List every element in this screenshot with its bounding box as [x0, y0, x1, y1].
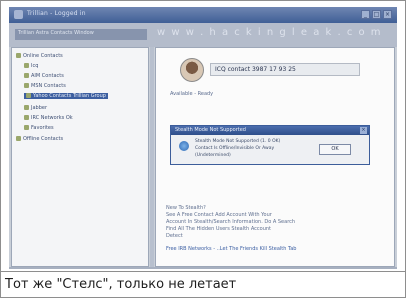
info-icon — [179, 141, 189, 151]
dialog-message-3: (Undetermined) — [195, 153, 231, 158]
tree-item-label: Icq — [31, 63, 39, 69]
window-controls: _ □ × — [361, 10, 392, 19]
tree-item-aim[interactable]: AIM Contacts — [24, 73, 64, 79]
address-text: Trillian Astra Contacts Window — [18, 30, 94, 36]
contact-name: ICQ contact 3987 17 93 25 — [215, 66, 296, 73]
stealth-dialog: Stealth Mode Not Supported × Stealth Mod… — [170, 125, 370, 165]
contact-icon — [24, 83, 29, 88]
tree-item-label: MSN Contacts — [31, 83, 66, 89]
info-heading: New To Stealth? — [166, 205, 206, 211]
close-button[interactable]: × — [383, 10, 392, 19]
status-bar — [9, 267, 397, 269]
panel-splitter[interactable] — [150, 47, 154, 267]
tree-item-yahoo[interactable]: Yahoo Contacts Trillian Group — [24, 93, 108, 99]
tree-item-label: IRC Networks Ok — [31, 115, 73, 121]
profile-panel: ICQ contact 3987 17 93 25 Available - Re… — [155, 47, 395, 267]
address-field[interactable]: Trillian Astra Contacts Window — [15, 29, 147, 40]
tree-item-icq[interactable]: Icq — [24, 63, 38, 69]
dialog-message-1: Stealth Mode Not Supported (1. 0 OK) — [195, 139, 281, 144]
tree-item-online[interactable]: Online Contacts — [16, 53, 63, 59]
flower-icon — [24, 63, 29, 68]
tree-item-favorites[interactable]: Favorites — [24, 125, 54, 131]
info-line: See A Free Contact Add Account With Your — [166, 212, 272, 218]
contact-icon — [24, 73, 29, 78]
contact-name-box[interactable]: ICQ contact 3987 17 93 25 — [210, 63, 360, 76]
tree-item-label: Jabber — [31, 105, 48, 111]
tree-item-label: Yahoo Contacts Trillian Group — [33, 93, 106, 99]
screenshot-frame: Trillian - Logged in _ □ × Trillian Astr… — [0, 0, 406, 272]
contact-tree: Online Contacts Icq AIM Contacts MSN Con… — [11, 47, 149, 267]
info-line: Detect — [166, 233, 183, 239]
ok-button[interactable]: OK — [319, 144, 351, 155]
info-line: Account In Stealth/Search Information. D… — [166, 219, 296, 225]
tree-item-jabber[interactable]: Jabber — [24, 105, 47, 111]
dialog-title: Stealth Mode Not Supported — [175, 127, 246, 133]
caption-box: Тот же "Стелс", только не летает — [0, 272, 406, 298]
maximize-button[interactable]: □ — [372, 10, 381, 19]
minimize-button[interactable]: _ — [361, 10, 370, 19]
app-window: Trillian - Logged in _ □ × Trillian Astr… — [9, 7, 397, 269]
tree-item-label: Online Contacts — [23, 53, 63, 59]
contact-icon — [24, 125, 29, 130]
info-link[interactable]: Free IRB Networks - ..Let The Friends Ki… — [166, 246, 296, 252]
folder-icon — [16, 136, 21, 141]
app-icon — [14, 10, 23, 19]
dialog-close-button[interactable]: × — [360, 127, 367, 134]
tree-item-irc[interactable]: IRC Networks Ok — [24, 115, 73, 121]
dialog-message-2: Contact Is Offline/Invisible Or Away — [195, 146, 275, 151]
window-title: Trillian - Logged in — [27, 10, 86, 17]
tree-item-msn[interactable]: MSN Contacts — [24, 83, 66, 89]
tree-item-offline[interactable]: Offline Contacts — [16, 136, 63, 142]
watermark-text: w w w . h a c k i n g l e a k . c o m — [157, 27, 383, 38]
contact-icon — [26, 93, 31, 98]
tree-item-label: Favorites — [31, 125, 54, 131]
avatar[interactable] — [180, 58, 204, 82]
caption-text: Тот же "Стелс", только не летает — [5, 277, 237, 292]
dialog-title-bar: Stealth Mode Not Supported × — [171, 126, 369, 135]
title-bar: Trillian - Logged in _ □ × — [9, 7, 397, 23]
contact-icon — [24, 115, 29, 120]
contact-status[interactable]: Available - Ready — [170, 91, 213, 97]
tree-item-label: AIM Contacts — [31, 73, 64, 79]
tree-item-label: Offline Contacts — [23, 136, 64, 142]
toolbar: Trillian Astra Contacts Window w w w . h… — [9, 23, 397, 47]
contact-icon — [24, 105, 29, 110]
info-line: Find All The Hidden Users Stealth Accoun… — [166, 226, 272, 232]
folder-icon — [16, 53, 21, 58]
